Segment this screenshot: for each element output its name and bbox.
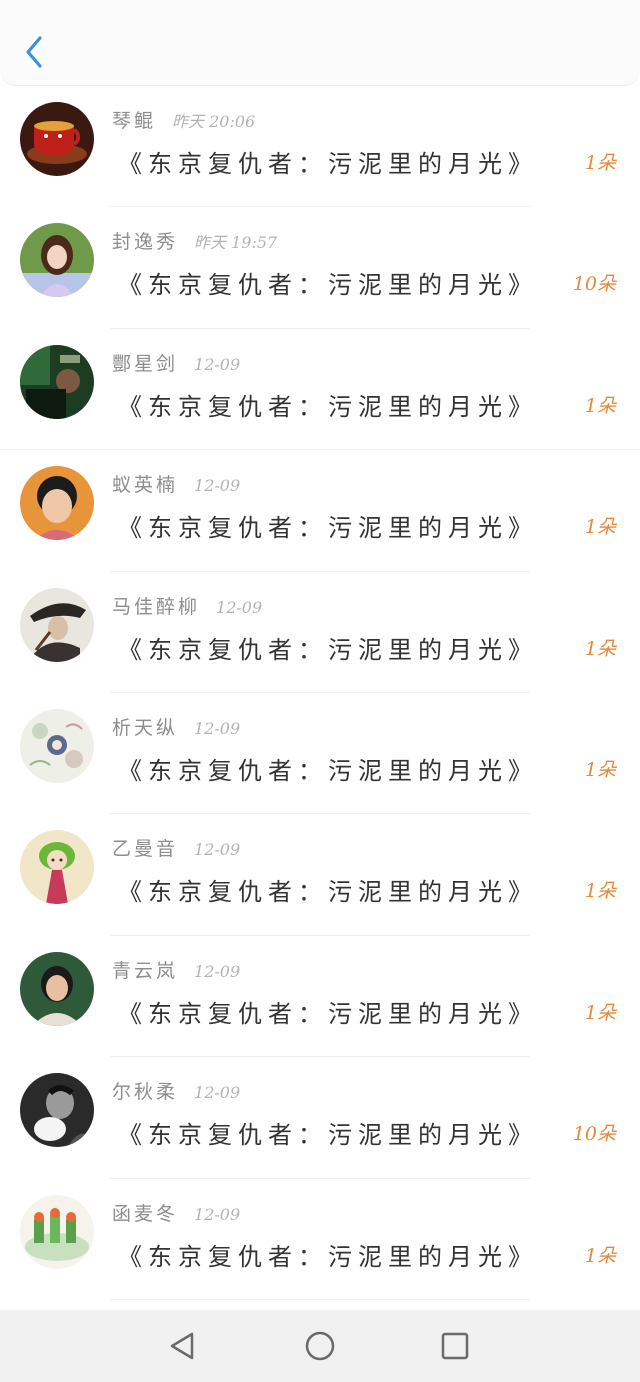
user-name: 马佳醉柳	[112, 595, 201, 618]
timestamp: 12-09	[194, 354, 241, 374]
user-name: 函麦冬	[112, 1202, 179, 1225]
user-name: 酆星剑	[112, 352, 179, 375]
nav-back-button[interactable]	[166, 1330, 198, 1362]
timestamp: 12-09	[194, 961, 241, 981]
chevron-left-icon	[26, 36, 42, 68]
gift-count: 1朵	[584, 516, 616, 539]
list-item[interactable]: 马佳醉柳 12-09 《东京复仇者：污泥里的月光》 1朵	[0, 572, 640, 693]
book-title: 《东京复仇者：污泥里的月光》	[118, 271, 538, 300]
system-navigation-bar	[0, 1310, 640, 1382]
top-bar	[0, 0, 640, 86]
gift-count: 1朵	[584, 880, 616, 903]
list-item[interactable]: 酆星剑 12-09 《东京复仇者：污泥里的月光》 1朵	[0, 329, 640, 451]
timestamp: 12-09	[194, 476, 241, 496]
list-item[interactable]: 乙曼音 12-09 《东京复仇者：污泥里的月光》 1朵	[0, 814, 640, 936]
book-title: 《东京复仇者：污泥里的月光》	[118, 1121, 538, 1150]
avatar[interactable]	[20, 708, 94, 783]
nav-recent-button[interactable]	[439, 1330, 471, 1362]
timestamp: 12-09	[194, 1083, 241, 1103]
avatar[interactable]	[20, 1073, 94, 1148]
timestamp: 12-09	[216, 597, 263, 617]
book-title: 《东京复仇者：污泥里的月光》	[118, 150, 538, 178]
user-name: 青云岚	[112, 959, 179, 982]
list-item[interactable]: 琴鲲 昨天 20:06 《东京复仇者：污泥里的月光》 1朵	[0, 86, 640, 208]
gift-count: 1朵	[584, 758, 616, 781]
user-name: 蚁英楠	[112, 474, 179, 497]
timestamp: 昨天 19:57	[194, 233, 278, 253]
nav-home-button[interactable]	[304, 1330, 336, 1362]
list-item[interactable]: 蚁英楠 12-09 《东京复仇者：污泥里的月光》 1朵	[0, 450, 640, 572]
avatar[interactable]	[20, 223, 94, 298]
book-title: 《东京复仇者：污泥里的月光》	[118, 1242, 538, 1271]
list-item[interactable]: 青云岚 12-09 《东京复仇者：污泥里的月光》 1朵	[0, 936, 640, 1058]
gift-count: 1朵	[584, 152, 616, 174]
gift-count: 1朵	[584, 394, 616, 417]
timestamp: 12-09	[194, 718, 241, 738]
list-item[interactable]: 函麦冬 12-09 《东京复仇者：污泥里的月光》 1朵	[0, 1179, 640, 1300]
list-item[interactable]: 析天纵 12-09 《东京复仇者：污泥里的月光》 1朵	[0, 693, 640, 815]
book-title: 《东京复仇者：污泥里的月光》	[118, 514, 538, 543]
gift-count: 1朵	[584, 1001, 616, 1024]
avatar[interactable]	[20, 587, 94, 662]
book-title: 《东京复仇者：污泥里的月光》	[118, 392, 538, 421]
gift-count: 10朵	[572, 273, 616, 296]
book-title: 《东京复仇者：污泥里的月光》	[118, 756, 538, 785]
gift-count: 10朵	[572, 1123, 616, 1146]
avatar[interactable]	[20, 344, 94, 419]
user-name: 琴鲲	[112, 110, 157, 132]
list-item[interactable]: 封逸秀 昨天 19:57 《东京复仇者：污泥里的月光》 10朵	[0, 207, 640, 329]
user-name: 析天纵	[112, 716, 179, 739]
book-title: 《东京复仇者：污泥里的月光》	[118, 999, 538, 1028]
gift-count: 1朵	[584, 637, 616, 660]
avatar[interactable]	[20, 1194, 94, 1269]
flower-gift-list: 琴鲲 昨天 20:06 《东京复仇者：污泥里的月光》 1朵 封逸秀 昨天 19:57…	[0, 86, 640, 1300]
triangle-back-icon	[170, 1332, 194, 1360]
back-button[interactable]	[18, 30, 50, 74]
user-name: 乙曼音	[112, 838, 179, 861]
avatar[interactable]	[20, 951, 94, 1026]
circle-home-icon	[305, 1331, 335, 1361]
user-name: 封逸秀	[112, 231, 179, 254]
timestamp: 12-09	[194, 840, 241, 860]
gift-count: 1朵	[584, 1244, 616, 1267]
avatar[interactable]	[20, 830, 94, 905]
avatar[interactable]	[20, 466, 94, 541]
timestamp: 昨天 20:06	[172, 112, 256, 131]
book-title: 《东京复仇者：污泥里的月光》	[118, 635, 538, 664]
avatar[interactable]	[20, 102, 94, 176]
user-name: 尔秋柔	[112, 1081, 179, 1104]
square-recent-icon	[441, 1332, 469, 1360]
book-title: 《东京复仇者：污泥里的月光》	[118, 878, 538, 907]
list-item[interactable]: 尔秋柔 12-09 《东京复仇者：污泥里的月光》 10朵	[0, 1057, 640, 1179]
row-divider	[110, 1298, 530, 1300]
timestamp: 12-09	[194, 1204, 241, 1224]
